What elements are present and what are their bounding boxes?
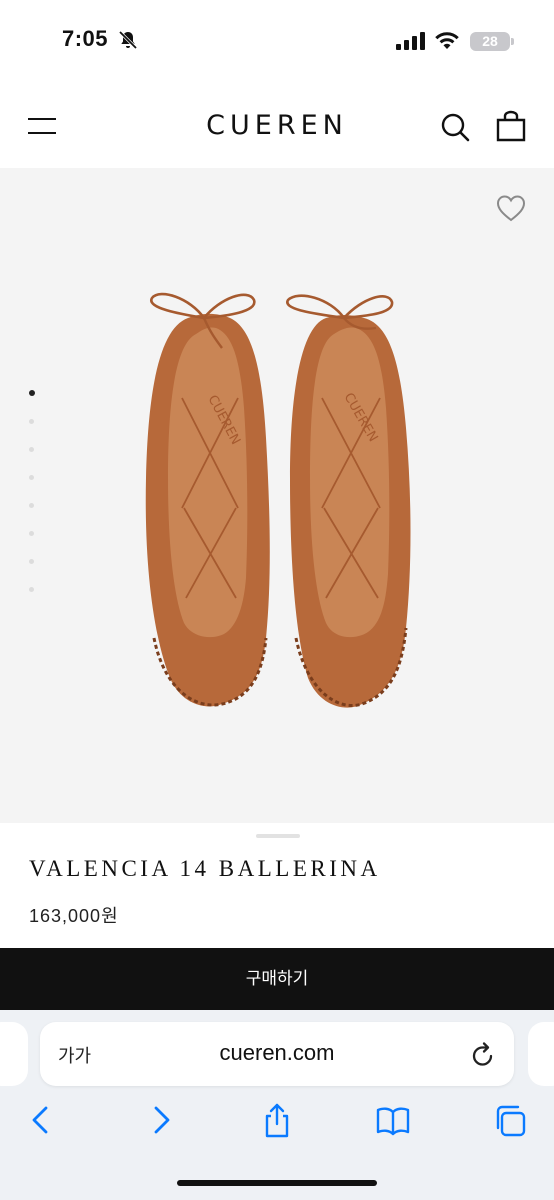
tabs-icon[interactable] xyxy=(494,1102,528,1138)
left-shoe: CUEREN xyxy=(145,292,270,707)
chevron-left-icon[interactable] xyxy=(24,1102,58,1138)
battery-level: 28 xyxy=(482,33,498,49)
product-photo: CUEREN CUEREN xyxy=(145,292,411,708)
wifi-icon xyxy=(435,32,459,49)
browser-toolbar: 가가 cueren.com xyxy=(0,1010,554,1200)
url-text[interactable]: cueren.com xyxy=(40,1040,514,1066)
gallery-dot[interactable] xyxy=(29,531,34,536)
battery-indicator: 28 xyxy=(470,32,514,51)
gallery-dot[interactable] xyxy=(29,475,34,480)
bell-slash-icon xyxy=(118,30,138,50)
site-header: CUEREN xyxy=(0,84,554,168)
gallery-dot[interactable] xyxy=(29,503,34,508)
home-indicator[interactable] xyxy=(177,1180,377,1186)
gallery-dot[interactable] xyxy=(29,447,34,452)
shopping-bag-icon[interactable] xyxy=(495,110,527,142)
previous-tab-preview[interactable] xyxy=(0,1022,28,1086)
right-shoe: CUEREN xyxy=(286,294,411,708)
gallery-dot[interactable] xyxy=(29,390,35,396)
gallery-pagination xyxy=(29,390,37,615)
gallery-dot[interactable] xyxy=(29,559,34,564)
gallery-dot[interactable] xyxy=(29,587,34,592)
sheet-handle[interactable] xyxy=(256,834,300,838)
reload-icon[interactable] xyxy=(470,1040,496,1068)
status-time: 7:05 xyxy=(62,26,109,51)
product-price: 163,000원 xyxy=(29,906,119,926)
cellular-signal-icon xyxy=(396,32,425,50)
search-icon[interactable] xyxy=(440,112,470,142)
product-name: VALENCIA 14 BALLERINA xyxy=(29,856,381,881)
share-icon[interactable] xyxy=(260,1102,294,1138)
site-logo[interactable]: CUEREN xyxy=(0,110,554,141)
gallery-dot[interactable] xyxy=(29,419,34,424)
chevron-right-icon[interactable] xyxy=(144,1102,178,1138)
status-bar: 7:05 28 xyxy=(0,0,554,84)
next-tab-preview[interactable] xyxy=(528,1022,554,1086)
buy-button[interactable]: 구매하기 xyxy=(0,948,554,1010)
book-icon[interactable] xyxy=(376,1102,410,1138)
heart-icon[interactable] xyxy=(496,194,526,222)
address-bar[interactable]: 가가 cueren.com xyxy=(40,1022,514,1086)
product-image-gallery[interactable]: CUEREN CUEREN xyxy=(0,168,554,823)
